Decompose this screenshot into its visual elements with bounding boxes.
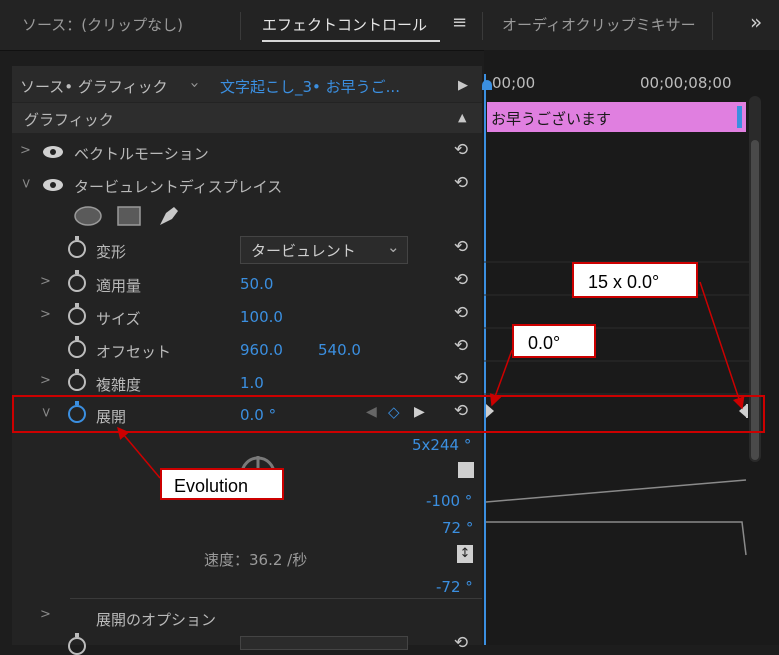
callout-arrows	[117, 281, 745, 479]
callout-evolution: Evolution	[160, 468, 284, 500]
callout-end-value: 15 x 0.0°	[572, 262, 698, 298]
callout-start-value: 0.0°	[512, 324, 596, 358]
